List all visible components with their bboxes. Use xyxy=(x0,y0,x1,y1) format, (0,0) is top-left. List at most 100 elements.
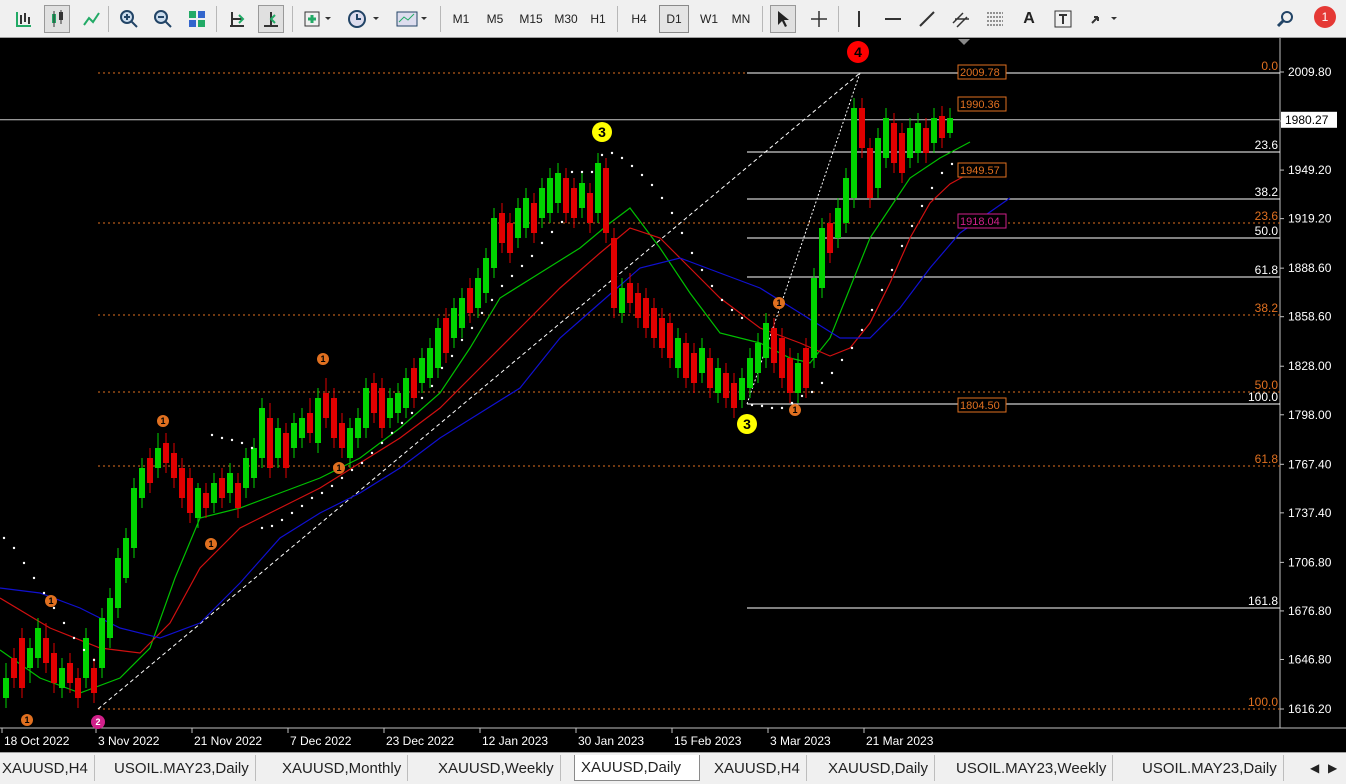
candlestick-chart-icon[interactable] xyxy=(44,5,70,33)
parabolic-sar-dot xyxy=(290,511,294,515)
timeframe-m30[interactable]: M30 xyxy=(549,5,583,33)
fibonacci-retracement-icon[interactable] xyxy=(982,5,1008,33)
parabolic-sar-dot xyxy=(550,230,554,234)
indicators-dropdown-icon[interactable] xyxy=(300,5,336,33)
parabolic-sar-dot xyxy=(760,404,764,408)
parabolic-sar-dot xyxy=(420,396,424,400)
parabolic-sar-dot xyxy=(910,224,914,228)
timeframe-h4[interactable]: H4 xyxy=(624,5,654,33)
equidistant-channel-icon[interactable] xyxy=(948,5,974,33)
fibo-large-diagonal xyxy=(97,72,861,710)
tab-chart-0[interactable]: XAUUSD,H4 xyxy=(0,755,95,781)
timeframe-m1[interactable]: M1 xyxy=(446,5,476,33)
parabolic-sar-dot xyxy=(720,298,724,302)
parabolic-sar-dot xyxy=(270,524,274,528)
parabolic-sar-dot xyxy=(320,491,324,495)
cursor-icon[interactable] xyxy=(770,5,796,33)
parabolic-sar-dot xyxy=(72,636,76,640)
price-scale xyxy=(1280,38,1346,752)
trendline-icon[interactable] xyxy=(914,5,940,33)
candle-body xyxy=(35,628,41,658)
periods-dropdown-icon[interactable] xyxy=(344,5,384,33)
search-icon[interactable] xyxy=(1272,5,1298,33)
tab-chart-7[interactable]: USOIL.MAY23,Weekly xyxy=(950,755,1114,781)
parabolic-sar-dot xyxy=(800,394,804,398)
tab-chart-6[interactable]: XAUUSD,Daily xyxy=(822,755,936,781)
subwave-1-label: 1 xyxy=(320,354,325,364)
fibo-large-level-label: 100.0 xyxy=(1248,695,1278,709)
text-tool-icon[interactable]: A xyxy=(1016,5,1042,33)
parabolic-sar-dot xyxy=(600,153,604,157)
timeframe-w1[interactable]: W1 xyxy=(694,5,724,33)
timeframe-mn[interactable]: MN xyxy=(726,5,756,33)
candle-body xyxy=(931,118,937,143)
parabolic-sar-dot xyxy=(410,411,414,415)
parabolic-sar-dot xyxy=(310,496,314,500)
candle-body xyxy=(851,108,857,198)
parabolic-sar-dot xyxy=(52,606,56,610)
shift-marker xyxy=(958,39,970,45)
chart-shift-icon[interactable] xyxy=(258,5,284,33)
line-chart-icon[interactable] xyxy=(78,5,104,33)
timeframe-m15[interactable]: M15 xyxy=(514,5,548,33)
text-label-icon[interactable] xyxy=(1050,5,1076,33)
crosshair-icon[interactable] xyxy=(806,5,832,33)
parabolic-sar-dot xyxy=(590,170,594,174)
price-tick-label: 1646.80 xyxy=(1288,652,1332,666)
price-chart[interactable]: 2009.801979.501949.201919.201888.601858.… xyxy=(0,38,1346,752)
arrows-dropdown-icon[interactable] xyxy=(1086,5,1122,33)
candle-body xyxy=(259,408,265,458)
templates-dropdown-icon[interactable] xyxy=(392,5,432,33)
candle-body xyxy=(19,638,25,688)
tab-chart-3[interactable]: XAUUSD,Weekly xyxy=(432,755,561,781)
parabolic-sar-dot xyxy=(820,381,824,385)
candle-body xyxy=(563,178,569,213)
subwave-1-label: 1 xyxy=(776,298,781,308)
tab-scroll-right-icon[interactable]: ▶ xyxy=(1328,761,1337,775)
candle-body xyxy=(859,108,865,148)
candle-body xyxy=(11,658,17,678)
tab-scroll-left-icon[interactable]: ◀ xyxy=(1310,761,1319,775)
tab-chart-2[interactable]: XAUUSD,Monthly xyxy=(276,755,409,781)
parabolic-sar-dot xyxy=(240,441,244,445)
tab-chart-1[interactable]: USOIL.MAY23,Daily xyxy=(108,755,256,781)
auto-scroll-icon[interactable] xyxy=(224,5,250,33)
zoom-out-icon[interactable] xyxy=(150,5,176,33)
candlestick-chart-canvas[interactable]: 2009.801979.501949.201919.201888.601858.… xyxy=(0,38,1346,752)
timeframe-h1[interactable]: H1 xyxy=(583,5,613,33)
tab-chart-5[interactable]: XAUUSD,H4 xyxy=(708,755,807,781)
price-tick-label: 1616.20 xyxy=(1288,702,1332,716)
parabolic-sar-dot xyxy=(390,431,394,435)
wave-3-peak-label: 3 xyxy=(598,124,606,140)
timeframe-d1[interactable]: D1 xyxy=(659,5,689,33)
zoom-in-icon[interactable] xyxy=(116,5,142,33)
candle-body xyxy=(395,393,401,413)
candle-body xyxy=(227,473,233,493)
candle-body xyxy=(651,308,657,338)
parabolic-sar-dot xyxy=(480,311,484,315)
timeframe-m5[interactable]: M5 xyxy=(480,5,510,33)
parabolic-sar-dot xyxy=(490,298,494,302)
candle-body xyxy=(155,448,161,468)
candle-body xyxy=(91,668,97,693)
candle-body xyxy=(419,358,425,383)
date-tick-label: 18 Oct 2022 xyxy=(4,734,70,748)
candle-body xyxy=(539,188,545,218)
parabolic-sar-dot xyxy=(580,170,584,174)
vertical-line-icon[interactable] xyxy=(846,5,872,33)
horizontal-line-icon[interactable] xyxy=(880,5,906,33)
tile-windows-icon[interactable] xyxy=(184,5,210,33)
tab-chart-4-active[interactable]: XAUUSD,Daily xyxy=(574,755,700,781)
candle-body xyxy=(507,223,513,253)
candle-body xyxy=(107,598,113,638)
date-tick-label: 3 Mar 2023 xyxy=(770,734,831,748)
parabolic-sar-dot xyxy=(12,546,16,550)
parabolic-sar-dot xyxy=(32,576,36,580)
notification-badge[interactable]: 1 xyxy=(1314,6,1336,28)
price-tick-label: 1888.60 xyxy=(1288,261,1332,275)
bar-chart-icon[interactable] xyxy=(10,5,36,33)
date-tick-label: 23 Dec 2022 xyxy=(386,734,454,748)
candle-body xyxy=(867,148,873,198)
tab-chart-8[interactable]: USOIL.MAY23,Daily xyxy=(1136,755,1284,781)
parabolic-sar-dot xyxy=(82,648,86,652)
